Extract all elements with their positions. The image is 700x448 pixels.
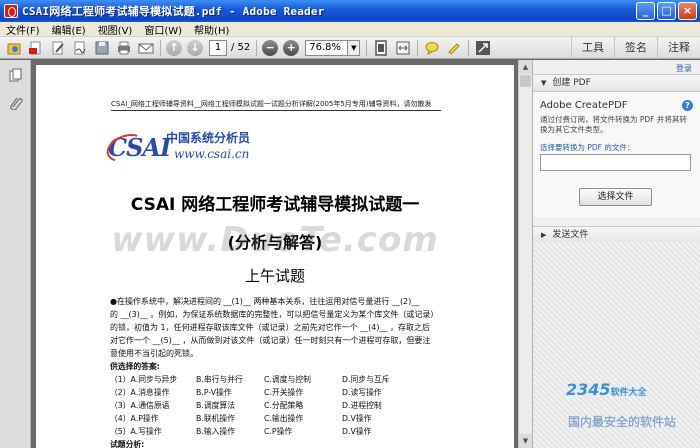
help-icon[interactable]: ? — [682, 100, 693, 111]
navigation-pane — [0, 60, 31, 448]
analysis-label: 试题分析: — [110, 440, 145, 448]
zoom-out-icon[interactable]: − — [262, 39, 279, 56]
page-thumbnails-icon[interactable] — [9, 68, 23, 82]
create-pdf-title: Adobe CreatePDF — [540, 100, 628, 111]
scroll-down-icon[interactable]: ▼ — [519, 434, 532, 448]
toolbar-separator — [468, 39, 470, 56]
expand-icon: ▶ — [541, 231, 547, 239]
close-button[interactable]: × — [678, 2, 697, 20]
edit-icon[interactable] — [49, 39, 66, 56]
create-pdf-section: Adobe CreatePDF ? 通过付费订阅，将文件转换为 PDF 并将其转… — [533, 92, 700, 217]
toolbar-separator — [417, 39, 419, 56]
file-path-input[interactable] — [540, 154, 691, 171]
paragraph-line: 意使用不当引起的死锁。 — [110, 349, 198, 358]
menu-help[interactable]: 帮助(H) — [188, 22, 235, 37]
select-file-button[interactable]: 选择文件 — [579, 188, 652, 206]
paragraph-line: 对它作一个 __(5)__ ，从而做到对该文件（或记录）任一时刻只有一个进程可存… — [110, 336, 431, 345]
highlight-icon[interactable] — [445, 39, 462, 56]
page-number-input[interactable]: 1 — [209, 39, 227, 56]
logo-chinese-text: 中国系统分析员 — [166, 131, 251, 145]
option-row: （1）A.同步与异步 B.串行与并行 C.调度与控制 D.同步与互斥 — [110, 375, 390, 384]
menu-bar: 文件(F) 编辑(E) 视图(V) 窗口(W) 帮助(H) — [0, 22, 700, 37]
toolbar-separator — [256, 39, 258, 56]
comment-icon[interactable] — [423, 39, 440, 56]
question-paragraph: ●在操作系统中，解决进程间的 __(1)__ 两种基本关系，往往运用对信号量进行… — [110, 295, 455, 360]
sign-tab[interactable]: 签名 — [614, 37, 657, 59]
paragraph-line: 的锁，初值为 1，任何进程存取该库文件（或记录）之前先对它作一个 __(4)__… — [110, 323, 431, 332]
create-pdf-icon[interactable] — [27, 39, 44, 56]
toolbar: ↑ ↓ 1 / 52 − + 76.8% ▼ 工具 签名 注释 — [0, 37, 700, 59]
csai-logo: CSAI 中国系统分析员 www.csai.cn — [102, 127, 268, 169]
print-icon[interactable] — [115, 39, 132, 56]
brand-watermark: 2345软件大全 — [566, 380, 647, 399]
toolbar-separator — [160, 39, 161, 56]
attachments-icon[interactable] — [9, 96, 23, 111]
previous-page-icon[interactable]: ↑ — [166, 39, 182, 56]
toolbar-separator — [366, 39, 368, 56]
option-row: （4）A.P操作 B.联机操作 C.输出操作 D.V操作 — [110, 414, 372, 423]
save-icon[interactable] — [93, 39, 110, 56]
options-label: 供选择的答案: — [110, 362, 160, 371]
paragraph-line: ●在操作系统中，解决进程间的 __(1)__ 两种基本关系，往往运用对信号量进行… — [110, 297, 420, 306]
section-title: 上午试题 — [244, 267, 305, 285]
zoom-in-icon[interactable]: + — [283, 39, 300, 56]
tools-tab[interactable]: 工具 — [571, 37, 614, 59]
minimize-button[interactable]: _ — [636, 2, 655, 20]
comment-tab[interactable]: 注释 — [657, 37, 700, 59]
login-link[interactable]: 登录 — [676, 63, 692, 74]
document-viewport[interactable]: CSAI_网络工程师辅导资料__网络工程师模拟试题一试题分析详解(2005年5月… — [31, 60, 518, 448]
document-header: CSAI_网络工程师辅导资料__网络工程师模拟试题一试题分析详解(2005年5月… — [111, 99, 441, 111]
fit-width-icon[interactable] — [394, 39, 411, 56]
logo-mark: CSAI — [102, 128, 171, 168]
fit-page-icon[interactable] — [372, 39, 389, 56]
create-pdf-section-header[interactable]: ▼ 创建 PDF — [533, 74, 700, 92]
option-row: （5）A.写操作 B.输入操作 C.P操作 D.V操作 — [110, 427, 372, 436]
zoom-dropdown-icon[interactable]: ▼ — [348, 39, 361, 56]
paragraph-line: 的 __(3)__ 。例如，为保证系统数据库的完整性，可以把信号量定义为某个库文… — [110, 310, 439, 319]
logo-url: www.csai.cn — [174, 147, 250, 161]
option-row: （2）A.消息操作 B.P-V操作 C.开关操作 D.读写操作 — [110, 388, 382, 397]
sign-icon[interactable] — [71, 39, 88, 56]
adobe-reader-icon — [4, 4, 18, 18]
vertical-scrollbar[interactable]: ▲ ▼ — [518, 60, 532, 448]
open-icon[interactable] — [5, 39, 22, 56]
menu-edit[interactable]: 编辑(E) — [46, 22, 92, 37]
email-icon[interactable] — [137, 39, 154, 56]
title-bar: CSAI网络工程师考试辅导模拟试题.pdf - Adobe Reader _ □… — [0, 0, 700, 22]
expand-icon[interactable] — [474, 39, 491, 56]
collapse-icon: ▼ — [541, 79, 547, 87]
select-file-label: 选择要转换为 PDF 的文件： — [540, 143, 635, 152]
menu-file[interactable]: 文件(F) — [0, 22, 46, 37]
duote-watermark: www.DuoTe.com — [111, 220, 439, 260]
zoom-input[interactable]: 76.8% — [305, 39, 349, 56]
option-row: （3）A.通信原语 B.调度算法 C.分配策略 D.进程控制 — [110, 401, 382, 410]
scroll-thumb[interactable] — [520, 75, 531, 87]
window-title: CSAI网络工程师考试辅导模拟试题.pdf - Adobe Reader — [22, 5, 325, 18]
document-title: CSAI 网络工程师考试辅导模拟试题一 — [130, 195, 420, 215]
next-page-icon[interactable]: ↓ — [187, 39, 203, 56]
answer-options: 供选择的答案: （1）A.同步与异步 B.串行与并行 C.调度与控制 D.同步与互斥 … — [110, 360, 450, 448]
maximize-button[interactable]: □ — [657, 2, 676, 20]
menu-window[interactable]: 窗口(W) — [138, 22, 188, 37]
page-total: / 52 — [231, 42, 251, 53]
create-pdf-description: 通过付费订阅，将文件转换为 PDF 并将其转换为其它文件类型。 — [540, 115, 687, 134]
menu-view[interactable]: 视图(V) — [92, 22, 139, 37]
scroll-up-icon[interactable]: ▲ — [519, 60, 532, 74]
pdf-page: CSAI_网络工程师辅导资料__网络工程师模拟试题一试题分析详解(2005年5月… — [36, 65, 514, 448]
brand-subtitle: 国内最安全的软件站 — [568, 415, 677, 429]
